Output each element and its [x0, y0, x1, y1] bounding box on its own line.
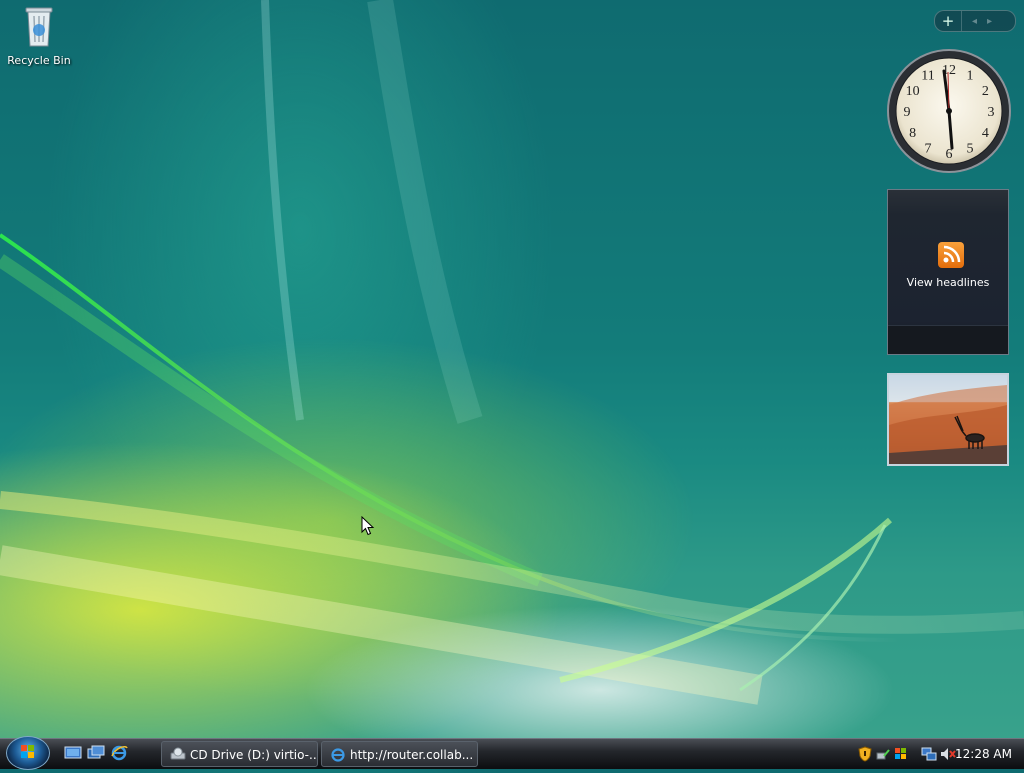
clock-numeral: 9 [904, 105, 911, 120]
clock-numeral: 5 [967, 141, 974, 156]
recycle-bin-label: Recycle Bin [7, 54, 71, 67]
clock-numeral: 3 [988, 105, 995, 120]
show-desktop-icon[interactable] [64, 745, 82, 761]
clock-numeral: 1 [967, 69, 974, 84]
security-shield-icon[interactable] [857, 746, 873, 762]
taskbar-task-label: http://router.collab... [350, 748, 474, 762]
taskbar-task-label: CD Drive (D:) virtio-... [190, 748, 318, 762]
clock-numeral: 4 [982, 126, 989, 141]
taskbar-task-cd-drive[interactable]: CD Drive (D:) virtio-... [161, 741, 318, 767]
start-button[interactable] [6, 736, 50, 770]
safely-remove-hardware-icon[interactable] [875, 746, 891, 762]
system-clock[interactable]: 12:28 AM [955, 741, 1012, 767]
feed-gadget-footer [888, 325, 1008, 354]
network-icon[interactable] [921, 746, 937, 762]
clock-numeral: 10 [906, 84, 920, 99]
volume-muted-icon[interactable] [940, 746, 956, 762]
recycle-bin-shortcut[interactable]: Recycle Bin [4, 2, 74, 67]
slide-show-gadget[interactable] [887, 373, 1009, 466]
view-headlines-label[interactable]: View headlines [888, 276, 1008, 289]
clock-numeral: 11 [921, 69, 934, 84]
previous-gadget-page-button[interactable]: ◂ [972, 16, 977, 27]
add-gadget-button[interactable]: + [935, 11, 962, 31]
desktop-wallpaper [0, 0, 1024, 705]
system-tray: 12:28 AM [852, 741, 1024, 767]
internet-explorer-icon [331, 748, 345, 762]
rss-feed-icon [938, 242, 964, 268]
clock-numeral: 2 [982, 84, 989, 99]
taskbar: CD Drive (D:) virtio-... http://router.c… [0, 736, 1024, 770]
sidebar-gadget-toolbar: + ◂ ▸ [934, 10, 1016, 32]
cd-drive-icon [170, 747, 186, 760]
clock-gadget[interactable]: 12 1 2 3 4 5 6 7 8 9 10 11 [886, 48, 1012, 178]
next-gadget-page-button[interactable]: ▸ [987, 16, 992, 27]
clock-numeral: 7 [925, 141, 932, 156]
mouse-cursor-icon [361, 516, 375, 536]
clock-face: 12 1234567891011 [887, 49, 1011, 173]
desert-oryx-photo [889, 385, 1007, 464]
windows-logo-icon [21, 745, 34, 758]
taskbar-task-browser[interactable]: http://router.collab... [321, 741, 478, 767]
recycle-bin-icon [25, 7, 53, 47]
internet-explorer-icon[interactable] [110, 745, 128, 761]
clock-numeral: 8 [909, 126, 916, 141]
switch-windows-icon[interactable] [87, 745, 105, 761]
feed-headlines-gadget[interactable]: View headlines [887, 189, 1009, 355]
windows-update-icon[interactable] [893, 746, 909, 762]
